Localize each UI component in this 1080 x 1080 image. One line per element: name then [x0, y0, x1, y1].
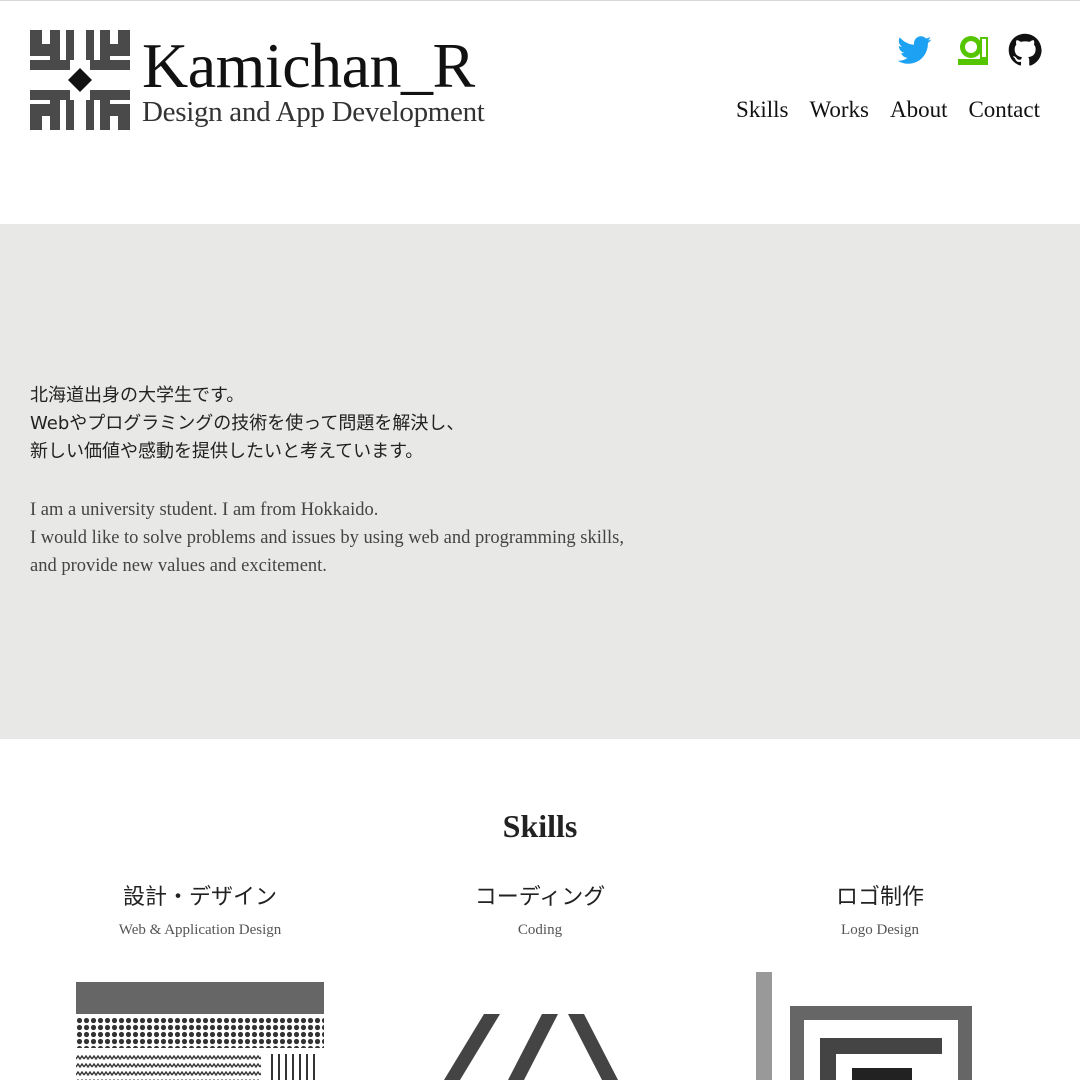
nav-works[interactable]: Works: [809, 92, 868, 128]
hero-english-text: I am a university student. I am from Hok…: [30, 496, 624, 580]
hero-en-line: I would like to solve problems and issue…: [30, 528, 624, 548]
hero-en-line: and provide new values and excitement.: [30, 556, 327, 576]
hero-jp-line: 新しい価値や感動を提供したいと考えています。: [30, 441, 424, 462]
site-header: Kamichan_R Design and App Development Sk…: [0, 0, 1080, 224]
main-nav: Skills Works About Contact: [736, 92, 1040, 128]
skill-title-en: Coding: [517, 922, 563, 938]
design-illustration-icon: [76, 982, 324, 1080]
twitter-icon[interactable]: [898, 33, 932, 67]
skills-heading: Skills: [502, 808, 578, 844]
nav-contact[interactable]: Contact: [968, 92, 1040, 128]
skill-logo: ロゴ制作 Logo Design: [700, 878, 1060, 942]
hero-jp-line: 北海道出身の大学生です。: [30, 385, 245, 406]
skill-title-en: Logo Design: [841, 922, 919, 938]
nav-skills[interactable]: Skills: [736, 92, 788, 128]
hero-section: 北海道出身の大学生です。 Webやプログラミングの技術を使って問題を解決し、 新…: [0, 224, 1080, 739]
coding-brackets-illustration-icon: [444, 1014, 618, 1080]
skill-coding: コーディング Coding: [360, 878, 720, 942]
brand-subtitle: Design and App Development: [142, 96, 485, 128]
nav-about[interactable]: About: [890, 92, 948, 128]
hero-jp-line: Webやプログラミングの技術を使って問題を解決し、: [30, 413, 465, 434]
hero-japanese-text: 北海道出身の大学生です。 Webやプログラミングの技術を使って問題を解決し、 新…: [30, 382, 464, 466]
qiita-icon[interactable]: [956, 33, 990, 67]
hero-en-line: I am a university student. I am from Hok…: [30, 500, 379, 520]
skill-title-en: Web & Application Design: [118, 922, 282, 938]
skill-title-jp: ロゴ制作: [835, 885, 924, 910]
github-icon[interactable]: [1008, 33, 1042, 67]
logo-design-illustration-icon: [756, 972, 972, 1080]
skill-design: 設計・デザイン Web & Application Design: [20, 878, 380, 942]
kamichan-logo-mark-icon[interactable]: [30, 30, 130, 130]
skill-title-jp: 設計・デザイン: [122, 885, 277, 910]
skill-title-jp: コーディング: [474, 885, 606, 910]
